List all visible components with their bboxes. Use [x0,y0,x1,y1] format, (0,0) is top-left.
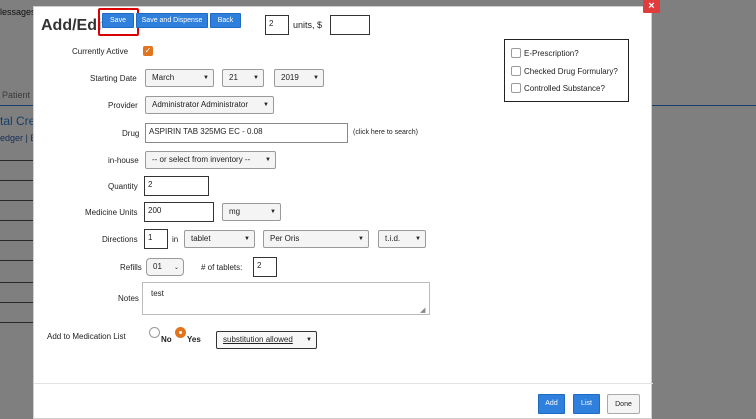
chevron-down-icon: ▼ [244,236,250,242]
chevron-down-icon: ▼ [203,75,209,81]
refills-label: Refills [120,263,142,272]
chevron-down-icon: ▼ [415,236,421,242]
chevron-down-icon: ▼ [306,337,312,343]
medicine-units-label: Medicine Units [85,208,138,217]
drug-input[interactable]: ASPIRIN TAB 325MG EC - 0.08 [145,123,348,143]
done-button[interactable]: Done [607,394,640,414]
close-icon[interactable]: × [643,0,660,13]
chevron-down-icon: ▼ [263,102,269,108]
dosage-form-select[interactable]: tablet ▼ [184,230,255,248]
tablets-label: # of tablets: [201,263,243,272]
substitution-select[interactable]: substitution allowed ▼ [216,331,317,349]
yes-label: Yes [187,335,201,344]
directions-amount-input[interactable]: 1 [144,229,168,249]
start-month-select[interactable]: March ▼ [145,69,214,87]
inventory-value: -- or select from inventory -- [152,155,251,164]
directions-in-label: in [172,235,179,244]
medicine-unit-select[interactable]: mg ▼ [222,203,281,221]
inhouse-label: in-house [108,156,139,165]
notes-textarea[interactable]: test [142,282,430,315]
drug-label: Drug [122,129,140,138]
back-button[interactable]: Back [210,13,241,28]
provider-select[interactable]: Administrator Administrator ▼ [145,96,274,114]
chevron-down-icon: ⌄ [173,265,179,271]
provider-value: Administrator Administrator [152,100,249,109]
chevron-down-icon: ▼ [270,209,276,215]
substitution-value: substitution allowed [223,335,293,344]
dosage-form-value: tablet [191,234,211,243]
provider-label: Provider [108,101,138,110]
medicine-unit-value: mg [229,207,241,216]
dispense-price-input[interactable] [330,15,370,35]
eprescription-checkbox[interactable] [511,48,521,58]
eprescription-label: E-Prescription? [524,49,579,58]
tablets-input[interactable]: 2 [253,257,277,277]
medicine-units-input[interactable]: 200 [144,202,214,222]
no-label: No [161,335,172,344]
units-price-label: units, $ [293,20,323,30]
controlled-label: Controlled Substance? [524,84,605,93]
medication-list-label: Add to Medication List [47,332,126,341]
medication-list-no-radio[interactable] [149,327,160,338]
chevron-down-icon: ▼ [253,75,259,81]
chevron-down-icon: ▼ [358,236,364,242]
add-button[interactable]: Add [538,394,565,414]
frequency-value: t.i.d. [385,234,401,243]
directions-label: Directions [102,235,138,244]
route-select[interactable]: Per Oris ▼ [263,230,369,248]
formulary-checkbox[interactable] [511,66,521,76]
chevron-down-icon: ▼ [313,75,319,81]
resize-grip-icon[interactable]: ◢ [420,306,425,314]
inventory-select[interactable]: -- or select from inventory -- ▼ [145,151,276,169]
formulary-label: Checked Drug Formulary? [524,67,618,76]
add-edit-prescription-dialog: Add/Edit Save Save and Dispense Back 2 u… [33,6,653,419]
save-button[interactable]: Save [102,13,134,28]
quantity-label: Quantity [108,182,138,191]
start-day-select[interactable]: 21 ▼ [222,69,264,87]
controlled-checkbox[interactable] [511,83,521,93]
frequency-select[interactable]: t.i.d. ▼ [378,230,426,248]
medication-list-yes-radio[interactable] [175,327,186,338]
chevron-down-icon: ▼ [265,157,271,163]
start-year-select[interactable]: 2019 ▼ [274,69,324,87]
start-month-value: March [152,73,175,82]
dialog-title: Add/Edit [41,17,103,34]
route-value: Per Oris [270,234,300,243]
refills-select[interactable]: 01 ⌄ [146,258,184,276]
start-day-value: 21 [229,73,238,82]
notes-label: Notes [118,294,139,303]
currently-active-label: Currently Active [72,47,129,56]
start-year-value: 2019 [281,73,299,82]
dispense-units-input[interactable]: 2 [265,15,289,35]
prescription-options-box: E-Prescription? Checked Drug Formulary? … [504,39,629,102]
starting-date-label: Starting Date [90,74,137,83]
list-button[interactable]: List [573,394,600,414]
currently-active-checkbox[interactable]: ✓ [143,46,153,56]
quantity-input[interactable]: 2 [144,176,209,196]
refills-value: 01 [153,262,162,271]
footer-divider [34,383,653,384]
save-and-dispense-button[interactable]: Save and Dispense [136,13,208,28]
drug-search-hint[interactable]: (click here to search) [353,129,418,136]
